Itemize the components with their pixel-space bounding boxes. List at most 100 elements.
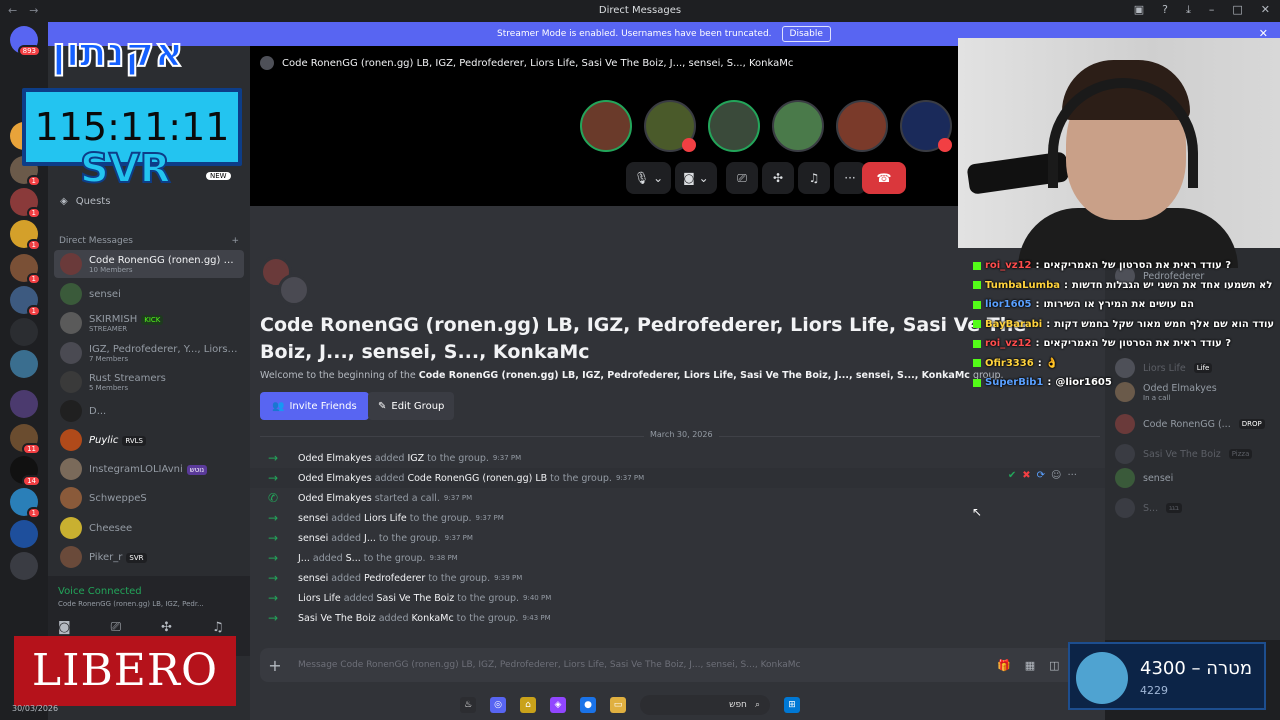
message-actor[interactable]: J... [298, 553, 310, 564]
camera-button[interactable]: ◙ ⌄ [675, 162, 717, 194]
minimize-button[interactable]: – [1209, 3, 1215, 17]
chevron-down-icon[interactable]: ⌄ [699, 171, 709, 185]
soundboard-button[interactable]: ♫ [798, 162, 830, 194]
sticker-icon[interactable]: ◫ [1049, 659, 1059, 672]
server-icon[interactable]: 1 [10, 286, 41, 317]
create-dm-button[interactable]: + [231, 236, 239, 246]
steam-icon[interactable]: ♨ [460, 697, 476, 713]
message-target[interactable]: KonkaMc [412, 613, 454, 624]
add-reaction-icon[interactable]: ☺ [1051, 470, 1061, 481]
screen-share-button[interactable]: ⎚ [726, 162, 758, 194]
taskbar-date: 30/03/2026 [12, 704, 59, 713]
participant-avatar[interactable] [580, 100, 632, 152]
windows-start-icon[interactable]: ⊞ [784, 697, 800, 713]
dm-item[interactable]: D... [54, 397, 244, 425]
message-actor[interactable]: sensei [298, 533, 328, 544]
server-icon[interactable]: 11 [10, 424, 41, 455]
participant-avatar[interactable] [708, 100, 760, 152]
chevron-down-icon[interactable]: ⌄ [653, 171, 663, 185]
member-item[interactable]: S... בגג [1115, 498, 1182, 518]
dm-item[interactable]: Cheesee [54, 514, 244, 542]
message-target[interactable]: S... [346, 553, 361, 564]
download-icon[interactable]: ⤓ [1186, 3, 1191, 17]
soundboard-icon[interactable]: ♫ [212, 620, 224, 635]
member-tag: Pizza [1228, 449, 1253, 459]
message-actor[interactable]: Oded Elmakyes [298, 493, 372, 504]
disconnect-button[interactable]: ☎ [862, 162, 906, 194]
upload-plus-icon[interactable]: + [260, 656, 290, 675]
voice-status[interactable]: Voice Connected [58, 586, 142, 597]
message-actor[interactable]: Oded Elmakyes [298, 473, 372, 484]
dm-item[interactable]: sensei [54, 280, 244, 308]
server-icon[interactable]: 1 [10, 220, 41, 251]
more-icon[interactable]: ··· [1067, 470, 1077, 481]
voice-channel[interactable]: Code RonenGG (ronen.gg) LB, IGZ, Pedr... [58, 600, 204, 608]
dm-item[interactable]: Rust Streamers 5 Members [54, 368, 244, 396]
invite-friends-button[interactable]: 👥 Invite Friends [260, 392, 369, 420]
edit-group-button[interactable]: ✎ Edit Group [368, 392, 455, 420]
message-target[interactable]: J... [364, 533, 376, 544]
dm-item[interactable]: SKIRMISH KICK STREAMER [54, 309, 244, 337]
home-icon[interactable]: 893 [10, 26, 41, 57]
inbox-icon[interactable]: ▣ [1134, 3, 1144, 17]
server-icon[interactable]: 14 [10, 456, 41, 487]
twitch-icon[interactable]: ◈ [550, 697, 566, 713]
folder-icon[interactable]: ▭ [610, 697, 626, 713]
server-icon[interactable] [10, 390, 38, 418]
app-icon[interactable]: ⌂ [520, 697, 536, 713]
dm-item[interactable]: InstegramLOLIAvni נוטש [54, 455, 244, 483]
help-icon[interactable]: ? [1162, 3, 1168, 17]
chat-colon: : [1035, 299, 1040, 311]
dm-item[interactable]: IGZ, Pedrofederer, Y..., Liors Lif... 7 M… [54, 339, 244, 367]
message-time: 9:38 PM [429, 554, 458, 562]
x-react-icon[interactable]: ✖ [1022, 470, 1030, 481]
mic-button[interactable]: 🎙 ⌄ [626, 162, 672, 194]
dm-item[interactable]: Code RonenGG (ronen.gg) LB, I... 10 Membe… [54, 250, 244, 278]
message-actor[interactable]: Sasi Ve The Boiz [298, 613, 376, 624]
participant-avatar[interactable] [644, 100, 696, 152]
repeat-react-icon[interactable]: ⟳ [1037, 470, 1045, 481]
maximize-button[interactable]: □ [1232, 3, 1242, 17]
discord-icon[interactable]: ◎ [490, 697, 506, 713]
member-item[interactable]: sensei [1115, 468, 1173, 488]
message-target[interactable]: Code RonenGG (ronen.gg) LB [407, 473, 547, 484]
message-actor[interactable]: sensei [298, 513, 328, 524]
system-message: → sensei added J... to the group. 9:37 PM [250, 528, 1105, 548]
server-icon[interactable]: 1 [10, 254, 41, 285]
chrome-icon[interactable]: ● [580, 697, 596, 713]
server-icon[interactable] [10, 318, 38, 346]
activities-icon[interactable]: ✣ [161, 620, 172, 635]
message-actor[interactable]: sensei [298, 573, 328, 584]
check-react-icon[interactable]: ✔ [1008, 470, 1016, 481]
message-actor[interactable]: Oded Elmakyes [298, 453, 372, 464]
close-window-button[interactable]: ✕ [1261, 3, 1270, 17]
gift-icon[interactable]: 🎁 [997, 659, 1011, 672]
participant-avatar[interactable] [772, 100, 824, 152]
server-icon[interactable] [10, 552, 38, 580]
taskbar-search[interactable]: חפש ⌕ [640, 695, 770, 715]
disable-streamer-button[interactable]: Disable [781, 26, 831, 42]
dm-item[interactable]: Piker_r SVR [54, 543, 244, 571]
message-actor[interactable]: Liors Life [298, 593, 341, 604]
message-input[interactable]: Message Code RonenGG (ronen.gg) LB, IGZ,… [290, 660, 997, 670]
server-icon[interactable]: 1 [10, 188, 41, 219]
message-target[interactable]: Pedrofederer [364, 573, 425, 584]
message-target[interactable]: Sasi Ve The Boiz [377, 593, 455, 604]
member-item[interactable]: Code RonenGG (... DROP [1115, 414, 1265, 434]
member-item[interactable]: Sasi Ve The Boiz Pizza [1115, 444, 1253, 464]
gif-icon[interactable]: ▦ [1025, 659, 1035, 672]
chat-message: הם עושים את המירץ או השירותו [1043, 299, 1194, 311]
server-icon[interactable]: 1 [10, 488, 41, 519]
server-icon[interactable] [10, 520, 38, 548]
message-target[interactable]: IGZ [407, 453, 424, 464]
dm-item[interactable]: Puylic RVLS [54, 426, 244, 454]
server-icon[interactable] [10, 350, 38, 378]
message-target[interactable]: Liors Life [364, 513, 407, 524]
participant-avatar[interactable] [900, 100, 952, 152]
activities-button[interactable]: ✣ [762, 162, 794, 194]
dm-item[interactable]: SchweppeS [54, 484, 244, 512]
camera-icon[interactable]: ◙ [58, 620, 71, 635]
quests-link[interactable]: ◈ Quests [60, 196, 110, 207]
screen-share-icon[interactable]: ⎚ [111, 620, 121, 635]
participant-avatar[interactable] [836, 100, 888, 152]
